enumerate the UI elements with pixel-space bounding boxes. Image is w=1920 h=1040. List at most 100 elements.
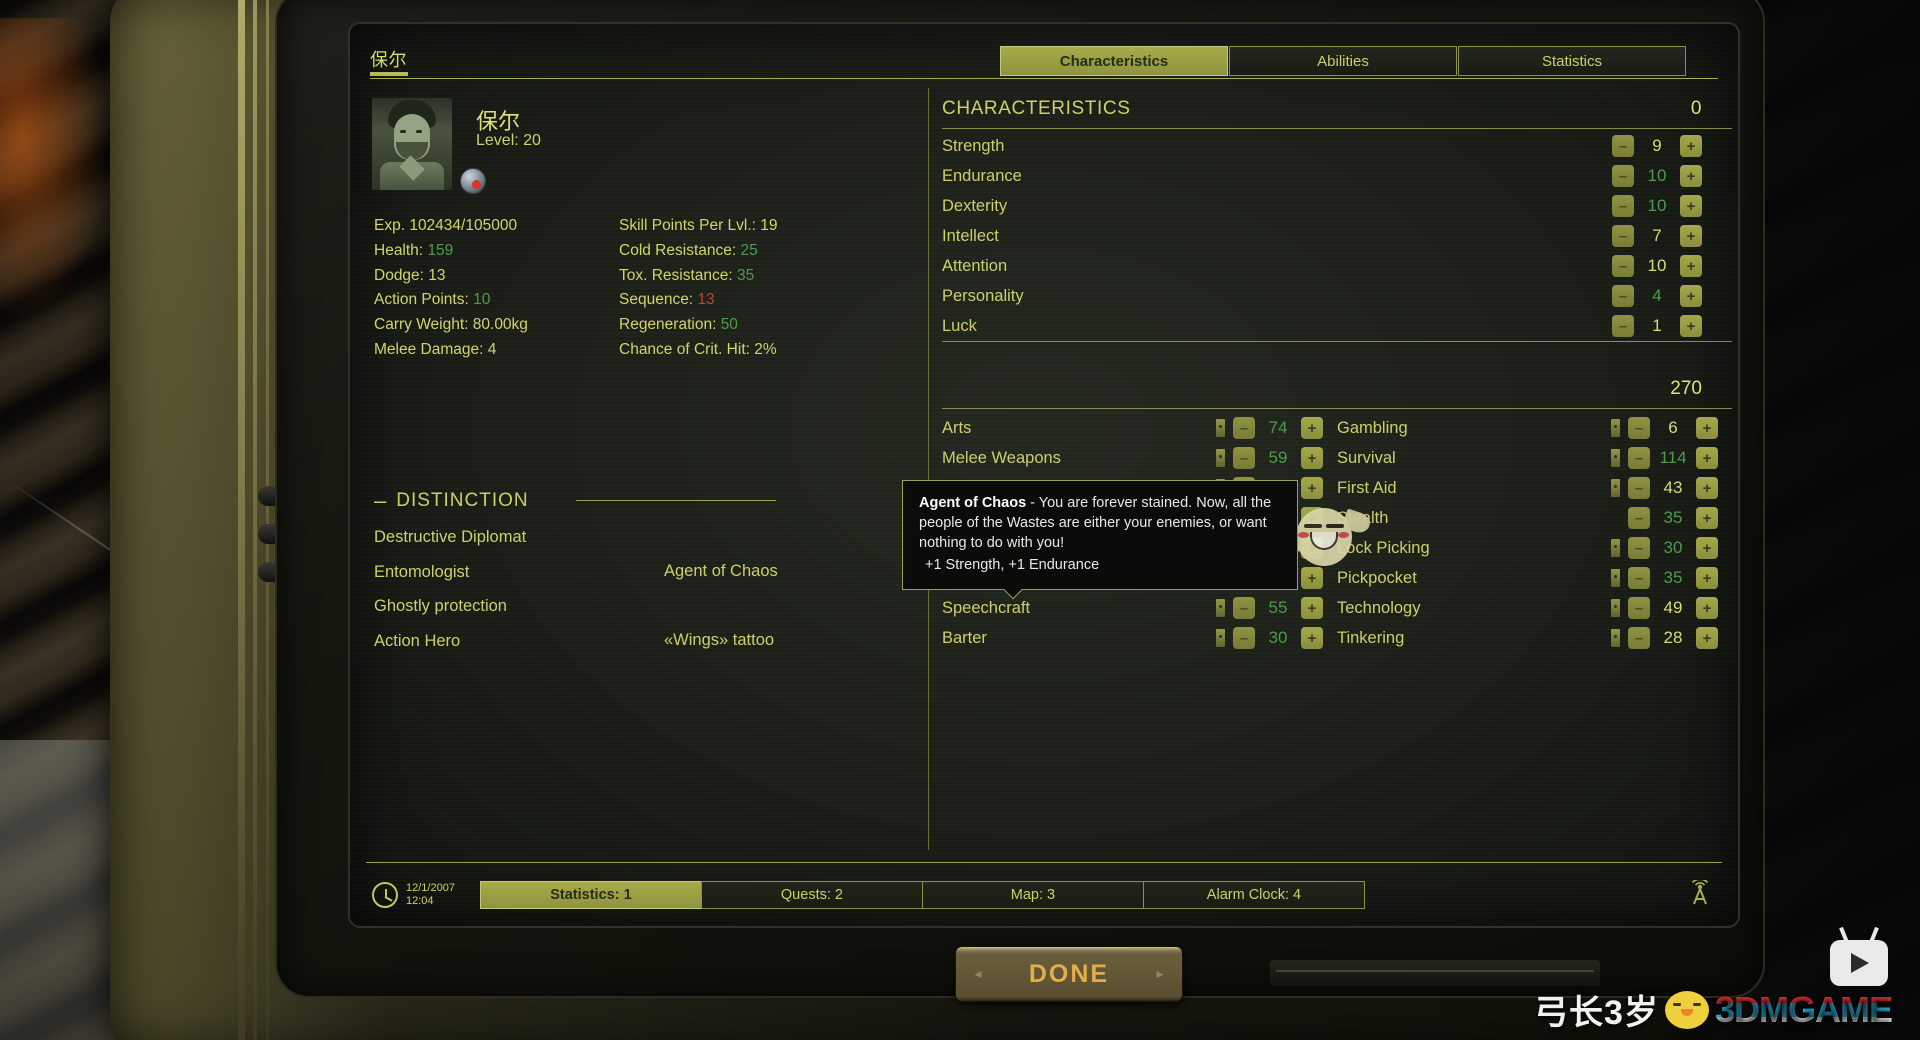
decrement-button[interactable]: – — [1612, 165, 1634, 187]
characteristic-label: Personality — [942, 287, 1612, 306]
tab-abilities[interactable]: Abilities — [1229, 46, 1457, 76]
decrement-button[interactable]: – — [1612, 225, 1634, 247]
watermark-channel: 弓长3岁 — [1534, 985, 1659, 1034]
radio-tower-icon[interactable] — [1686, 880, 1714, 911]
increment-button[interactable]: + — [1301, 597, 1323, 619]
decrement-button[interactable]: – — [1233, 447, 1255, 469]
stat-value: 10 — [473, 291, 490, 308]
screenshot-root: 保尔 Characteristics Abilities Statistics — [0, 0, 1920, 1040]
decrement-button[interactable]: – — [1612, 315, 1634, 337]
tab-characteristics[interactable]: Characteristics — [1000, 46, 1228, 76]
increment-button[interactable]: + — [1301, 627, 1323, 649]
increment-button[interactable]: + — [1696, 567, 1718, 589]
increment-button[interactable]: + — [1680, 315, 1702, 337]
increment-button[interactable]: + — [1696, 597, 1718, 619]
increment-button[interactable]: + — [1301, 447, 1323, 469]
status-date: 12/1/2007 — [406, 882, 455, 895]
skills-top-divider — [942, 341, 1732, 342]
distinction-header[interactable]: – DISTINCTION — [374, 490, 529, 512]
increment-button[interactable]: + — [1696, 507, 1718, 529]
skill-label: Lock Picking — [1337, 539, 1611, 558]
decrement-button[interactable]: – — [1628, 417, 1650, 439]
list-item[interactable]: Entomologist — [374, 555, 664, 590]
name-tag-underline — [370, 72, 408, 76]
increment-button[interactable]: + — [1680, 285, 1702, 307]
characteristic-label: Dexterity — [942, 197, 1612, 216]
done-button[interactable]: ◄ DONE ► — [955, 946, 1183, 1002]
increment-button[interactable]: + — [1680, 135, 1702, 157]
table-row: Endurance – 10 + — [942, 161, 1732, 191]
decrement-button[interactable]: – — [1628, 537, 1650, 559]
increment-button[interactable]: + — [1696, 417, 1718, 439]
stat-row: Sequence: 13 — [619, 288, 919, 313]
nav-tab-map[interactable]: Map: 3 — [922, 881, 1144, 909]
distinction-title: DISTINCTION — [396, 490, 528, 512]
stat-label: Health: — [374, 242, 423, 259]
skill-tag-icon — [1611, 449, 1620, 467]
list-item[interactable]: Action Hero — [374, 624, 664, 659]
characteristic-value: 10 — [1640, 196, 1674, 216]
stepper: – 4 + — [1612, 285, 1732, 307]
stat-label: Regeneration: — [619, 316, 716, 333]
status-bar: 12/1/2007 12:04 Statistics: 1 Quests: 2 … — [366, 872, 1724, 918]
mascot-cheek — [1338, 532, 1349, 538]
list-item[interactable]: Destructive Diplomat — [374, 520, 664, 555]
status-badge-icon[interactable] — [460, 168, 486, 194]
increment-button[interactable]: + — [1680, 165, 1702, 187]
decrement-button[interactable]: – — [1233, 417, 1255, 439]
clock-hand-minute — [385, 896, 393, 902]
increment-button[interactable]: + — [1680, 255, 1702, 277]
decrement-button[interactable]: – — [1612, 135, 1634, 157]
character-info-pane: 保尔 Level: 20 Exp. 102434/105000 Health: … — [366, 90, 926, 850]
increment-button[interactable]: + — [1680, 195, 1702, 217]
chick-eye — [1673, 1003, 1681, 1006]
decrement-button[interactable]: – — [1628, 567, 1650, 589]
increment-button[interactable]: + — [1696, 627, 1718, 649]
stat-label: Tox. Resistance: — [619, 267, 733, 284]
increment-button[interactable]: + — [1301, 477, 1323, 499]
decrement-button[interactable]: – — [1628, 477, 1650, 499]
stat-row: Health: 159 — [374, 239, 614, 264]
stepper: – 74 + — [1233, 417, 1337, 439]
decrement-button[interactable]: – — [1628, 627, 1650, 649]
decrement-button[interactable]: – — [1612, 285, 1634, 307]
increment-button[interactable]: + — [1696, 537, 1718, 559]
decrement-button[interactable]: – — [1612, 195, 1634, 217]
stepper: – 35 + — [1628, 567, 1732, 589]
frame-rail — [266, 0, 269, 1040]
skill-value: 49 — [1656, 598, 1690, 618]
increment-button[interactable]: + — [1696, 447, 1718, 469]
table-row: Technology – 49 + — [1337, 593, 1732, 623]
stat-row: Action Points: 10 — [374, 288, 614, 313]
tab-statistics[interactable]: Statistics — [1458, 46, 1686, 76]
list-item[interactable]: Ghostly protection — [374, 589, 664, 624]
nav-tab-alarm-clock[interactable]: Alarm Clock: 4 — [1143, 881, 1365, 909]
characteristic-label: Endurance — [942, 167, 1612, 186]
decrement-button[interactable]: – — [1628, 447, 1650, 469]
skill-value: 30 — [1261, 628, 1295, 648]
nav-tab-statistics[interactable]: Statistics: 1 — [480, 881, 702, 909]
decrement-button[interactable]: – — [1628, 507, 1650, 529]
characteristic-label: Strength — [942, 137, 1612, 156]
bottom-divider — [366, 862, 1722, 863]
decrement-button[interactable]: – — [1233, 597, 1255, 619]
table-row: Survival – 114 + — [1337, 443, 1732, 473]
characteristic-label: Luck — [942, 317, 1612, 336]
skills-divider — [942, 408, 1732, 409]
next-key-hint: ► — [1154, 967, 1166, 981]
decrement-button[interactable]: – — [1628, 597, 1650, 619]
done-button-label: DONE — [1029, 960, 1109, 989]
chick-beak — [1681, 1009, 1693, 1016]
increment-button[interactable]: + — [1680, 225, 1702, 247]
increment-button[interactable]: + — [1301, 417, 1323, 439]
stepper: – 59 + — [1233, 447, 1337, 469]
characteristic-value: 9 — [1640, 136, 1674, 156]
decrement-button[interactable]: – — [1233, 627, 1255, 649]
stat-label: Sequence: — [619, 291, 693, 308]
nav-tab-quests[interactable]: Quests: 2 — [701, 881, 923, 909]
collapse-icon[interactable]: – — [374, 495, 386, 507]
decrement-button[interactable]: – — [1612, 255, 1634, 277]
list-item[interactable]: «Wings» tattoo — [664, 623, 954, 658]
stepper: – 30 + — [1233, 627, 1337, 649]
increment-button[interactable]: + — [1696, 477, 1718, 499]
